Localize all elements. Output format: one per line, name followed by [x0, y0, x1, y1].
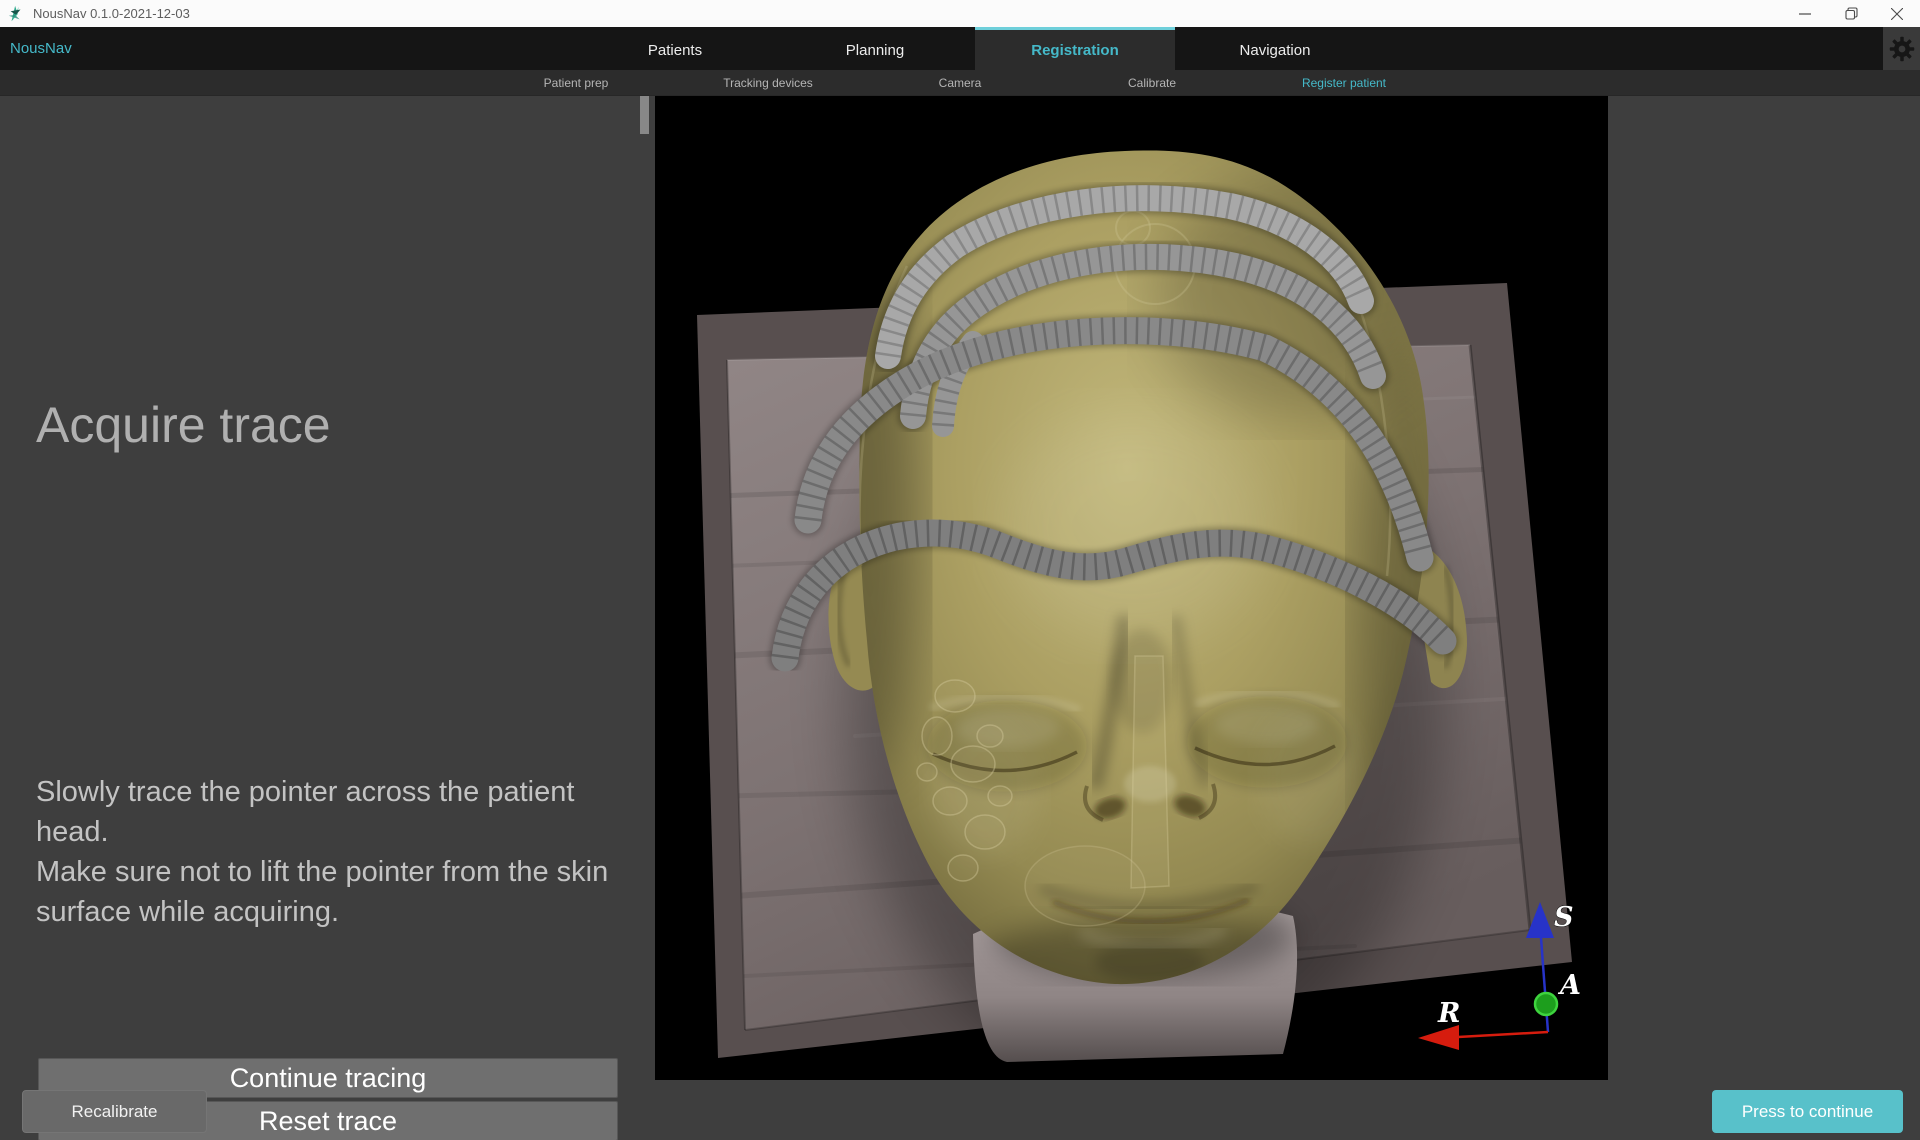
close-button[interactable] [1874, 0, 1920, 27]
settings-button[interactable] [1883, 27, 1920, 70]
instructions-line2: Make sure not to lift the pointer from t… [36, 852, 611, 932]
head-model-scene: S A R [655, 96, 1608, 1080]
restore-button[interactable] [1828, 0, 1874, 27]
main-tabs: Patients Planning Registration Navigatio… [575, 27, 1375, 70]
minimize-icon [1799, 8, 1811, 20]
tab-navigation[interactable]: Navigation [1175, 27, 1375, 70]
panel-splitter-handle[interactable] [640, 96, 649, 134]
minimize-button[interactable] [1782, 0, 1828, 27]
step-patient-prep[interactable]: Patient prep [480, 70, 672, 96]
instructions-line1: Slowly trace the pointer across the pati… [36, 772, 611, 852]
recalibrate-button[interactable]: Recalibrate [22, 1090, 207, 1133]
registration-steps: Patient prep Tracking devices Camera Cal… [480, 70, 1440, 96]
step-register-patient[interactable]: Register patient [1248, 70, 1440, 96]
close-icon [1891, 8, 1903, 20]
3d-viewport[interactable]: S A R [655, 96, 1608, 1080]
nousnav-logo-icon [7, 5, 25, 23]
instructions: Slowly trace the pointer across the pati… [36, 772, 611, 932]
window-title: NousNav 0.1.0-2021-12-03 [33, 6, 190, 21]
axis-label-superior: S [1554, 902, 1574, 933]
step-calibrate[interactable]: Calibrate [1056, 70, 1248, 96]
press-to-continue-button[interactable]: Press to continue [1712, 1090, 1903, 1133]
registration-stepbar: Patient prep Tracking devices Camera Cal… [0, 70, 1920, 96]
tab-patients[interactable]: Patients [575, 27, 775, 70]
tab-planning[interactable]: Planning [775, 27, 975, 70]
window-controls [1782, 0, 1920, 27]
anterior-axis-marker [1535, 993, 1557, 1015]
page-title: Acquire trace [36, 396, 331, 454]
step-tracking-devices[interactable]: Tracking devices [672, 70, 864, 96]
axis-label-anterior: A [1557, 970, 1581, 1001]
nousnav-window: NousNav 0.1.0-2021-12-03 NousNav Patient… [0, 0, 1920, 1140]
tab-registration[interactable]: Registration [975, 27, 1175, 70]
main-tabbar: NousNav Patients Planning Registration N… [0, 27, 1920, 70]
restore-icon [1845, 7, 1858, 20]
titlebar: NousNav 0.1.0-2021-12-03 [0, 0, 1920, 27]
step-camera[interactable]: Camera [864, 70, 1056, 96]
brand-label: NousNav [10, 27, 72, 70]
gear-icon [1887, 34, 1917, 64]
axis-label-right: R [1437, 998, 1460, 1029]
